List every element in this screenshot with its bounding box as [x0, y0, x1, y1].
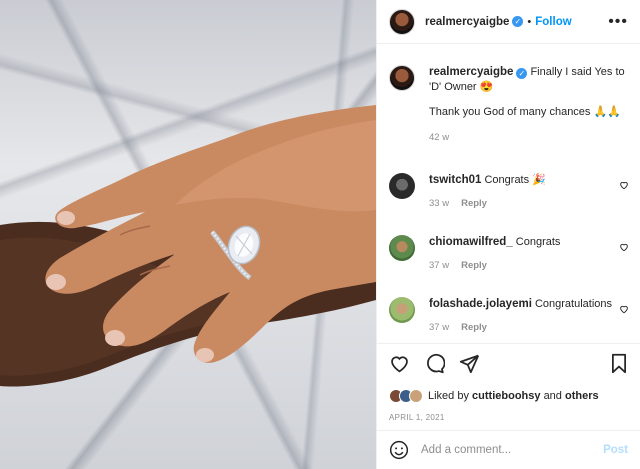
author-username[interactable]: realmercyaigbe [425, 16, 509, 28]
post-actions: Liked by cuttieboohsy and others APRIL 1… [377, 343, 640, 422]
comment-text: Congrats 🎉 [484, 174, 546, 186]
emoji-smiley-icon[interactable] [389, 440, 409, 460]
more-options-icon[interactable]: ••• [608, 13, 628, 31]
comment-item: folashade.jolayemi Congratulations 37 w R… [377, 297, 640, 335]
comment-item: chiomawilfred_ Congrats 37 w Reply [377, 235, 640, 273]
commenter-avatar[interactable] [389, 297, 415, 323]
liked-by-user[interactable]: cuttieboohsy [472, 390, 540, 402]
comment-text: Congratulations [534, 298, 613, 310]
comment-timestamp: 37 w [429, 322, 450, 333]
author-avatar[interactable] [389, 8, 415, 35]
like-comment-heart-icon[interactable] [619, 242, 629, 252]
caption-username[interactable]: realmercyaigbe [429, 66, 513, 78]
caption-author-avatar[interactable] [389, 65, 415, 91]
save-bookmark-icon[interactable] [610, 353, 628, 374]
add-comment-bar: Post [377, 430, 640, 469]
commenter-username[interactable]: chiomawilfred_ [429, 236, 513, 248]
commenter-username[interactable]: tswitch01 [429, 174, 481, 186]
post-side-panel: realmercyaigbe ✓ • Follow ••• realmercya… [376, 0, 640, 469]
liked-by-others[interactable]: others [565, 390, 599, 402]
post-comment-button[interactable]: Post [603, 444, 628, 456]
post-date[interactable]: APRIL 1, 2021 [389, 413, 628, 422]
like-comment-heart-icon[interactable] [619, 180, 629, 190]
hands-with-ring-image [0, 105, 376, 387]
add-comment-input[interactable] [421, 444, 604, 456]
caption-text-2: Thank you God of many chances 🙏🙏 [429, 106, 621, 118]
post-photo[interactable] [0, 0, 376, 469]
liked-by-joiner: and [543, 390, 562, 402]
verified-badge-icon: ✓ [516, 68, 528, 79]
reply-button[interactable]: Reply [461, 198, 487, 209]
liker-avatar[interactable] [409, 389, 423, 403]
comment-item: tswitch01 Congrats 🎉 33 w Reply [377, 173, 640, 211]
commenter-avatar[interactable] [389, 173, 415, 199]
post-header: realmercyaigbe ✓ • Follow ••• [377, 0, 640, 44]
liked-by-label: Liked by [428, 390, 469, 402]
comments-list[interactable]: realmercyaigbe ✓ Finally I said Yes to 'D… [377, 45, 640, 340]
like-comment-heart-icon[interactable] [619, 304, 629, 314]
follow-button[interactable]: Follow [535, 16, 571, 28]
comment-timestamp: 37 w [429, 260, 450, 271]
comment-text: Congrats [515, 236, 561, 248]
separator-dot: • [527, 15, 532, 28]
comment-timestamp: 33 w [429, 198, 450, 209]
reply-button[interactable]: Reply [461, 260, 487, 271]
commenter-username[interactable]: folashade.jolayemi [429, 298, 532, 310]
verified-badge-icon: ✓ [512, 16, 524, 27]
comment-bubble-icon[interactable] [424, 353, 445, 374]
caption-timestamp: 42 w [429, 132, 450, 143]
like-heart-icon[interactable] [389, 353, 410, 374]
likes-summary: Liked by cuttieboohsy and others [389, 389, 628, 403]
share-paper-plane-icon[interactable] [459, 353, 480, 374]
reply-button[interactable]: Reply [461, 322, 487, 333]
post-caption: realmercyaigbe ✓ Finally I said Yes to 'D… [377, 45, 640, 145]
commenter-avatar[interactable] [389, 235, 415, 261]
